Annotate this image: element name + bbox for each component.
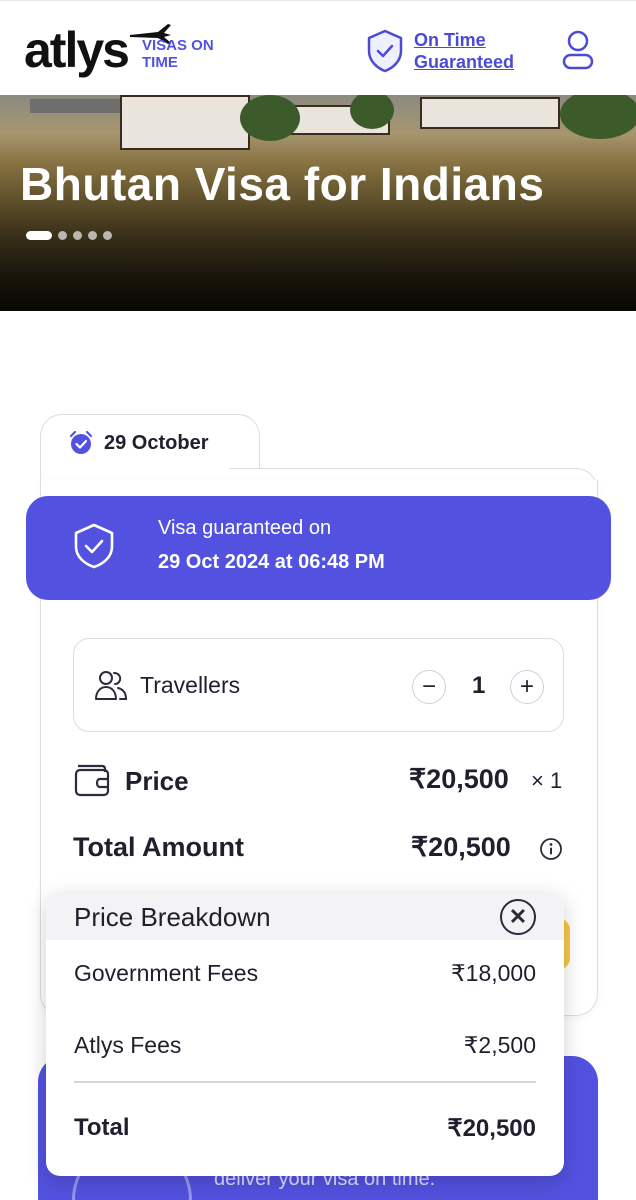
breakdown-total-value: ₹20,500 <box>447 1115 536 1142</box>
carousel-dot[interactable] <box>103 231 112 240</box>
decrease-travellers-button[interactable]: − <box>412 670 446 704</box>
hero-tree <box>560 95 636 139</box>
hero-tree <box>240 95 300 141</box>
on-time-line2: Guaranteed <box>414 52 515 72</box>
travellers-selector: Travellers − 1 + <box>73 638 564 732</box>
travellers-label: Travellers <box>140 672 241 698</box>
alarm-clock-icon <box>69 430 93 454</box>
on-time-line1: On Time <box>414 30 486 50</box>
users-icon <box>95 671 128 700</box>
logo-wordmark: atlys <box>24 22 130 78</box>
atlys-fees-value: ₹2,500 <box>463 1032 536 1058</box>
hero-title: Bhutan Visa for Indians <box>20 158 545 210</box>
logo-tagline: VISAS ON TIME <box>142 37 214 71</box>
price-multiplier: × 1 <box>531 768 563 793</box>
increase-travellers-button[interactable]: + <box>510 670 544 704</box>
breakdown-header: Price Breakdown ✕ <box>46 892 564 940</box>
government-fees-value: ₹18,000 <box>451 960 536 986</box>
guarantee-datetime: 29 Oct 2024 at 06:48 PM <box>158 551 385 573</box>
guarantee-date: 29 October <box>104 431 209 454</box>
breakdown-row: Government Fees ₹18,000 <box>74 960 536 992</box>
info-icon[interactable] <box>539 837 563 861</box>
price-label: Price <box>125 766 189 796</box>
carousel-dot[interactable] <box>88 231 97 240</box>
on-time-guaranteed-link[interactable]: On Time Guaranteed <box>414 29 514 73</box>
wallet-icon <box>74 764 110 797</box>
hero-banner[interactable]: Bhutan Visa for Indians <box>0 95 636 311</box>
hero-house <box>420 97 560 129</box>
breakdown-divider <box>74 1081 536 1083</box>
carousel-dot[interactable] <box>58 231 67 240</box>
shield-check-icon <box>74 523 114 569</box>
total-amount-value: ₹20,500 <box>411 832 511 862</box>
government-fees-label: Government Fees <box>74 960 259 986</box>
breakdown-title: Price Breakdown <box>74 902 271 932</box>
visa-page: atlys VISAS ON TIME On Time Guaranteed B… <box>0 0 636 1200</box>
close-icon[interactable]: ✕ <box>500 899 536 935</box>
hero-house <box>120 95 250 150</box>
travellers-count: 1 <box>472 672 486 699</box>
carousel-dot[interactable] <box>26 231 52 240</box>
atlys-fees-label: Atlys Fees <box>74 1032 182 1058</box>
total-amount-row: Total Amount ₹20,500 <box>73 830 568 870</box>
breakdown-total-row: Total ₹20,500 <box>74 1114 536 1146</box>
carousel-dots[interactable] <box>26 231 112 240</box>
top-header: atlys VISAS ON TIME On Time Guaranteed <box>0 0 636 95</box>
price-row: Price ₹20,500 × 1 <box>73 762 568 802</box>
guarantee-caption: Visa guaranteed on <box>158 517 332 539</box>
visa-guarantee-banner: Visa guaranteed on 29 Oct 2024 at 06:48 … <box>26 496 611 600</box>
breakdown-row: Atlys Fees ₹2,500 <box>74 1032 536 1064</box>
total-amount-label: Total Amount <box>73 832 244 862</box>
date-chip: 29 October <box>68 430 208 456</box>
user-account-icon[interactable] <box>558 29 598 71</box>
price-value: ₹20,500 <box>409 764 509 794</box>
carousel-dot[interactable] <box>73 231 82 240</box>
price-breakdown-popup: Price Breakdown ✕ Government Fees ₹18,00… <box>46 892 564 1176</box>
shield-check-icon <box>367 29 403 73</box>
atlys-logo[interactable]: atlys VISAS ON TIME <box>24 19 234 79</box>
breakdown-total-label: Total <box>74 1114 130 1141</box>
